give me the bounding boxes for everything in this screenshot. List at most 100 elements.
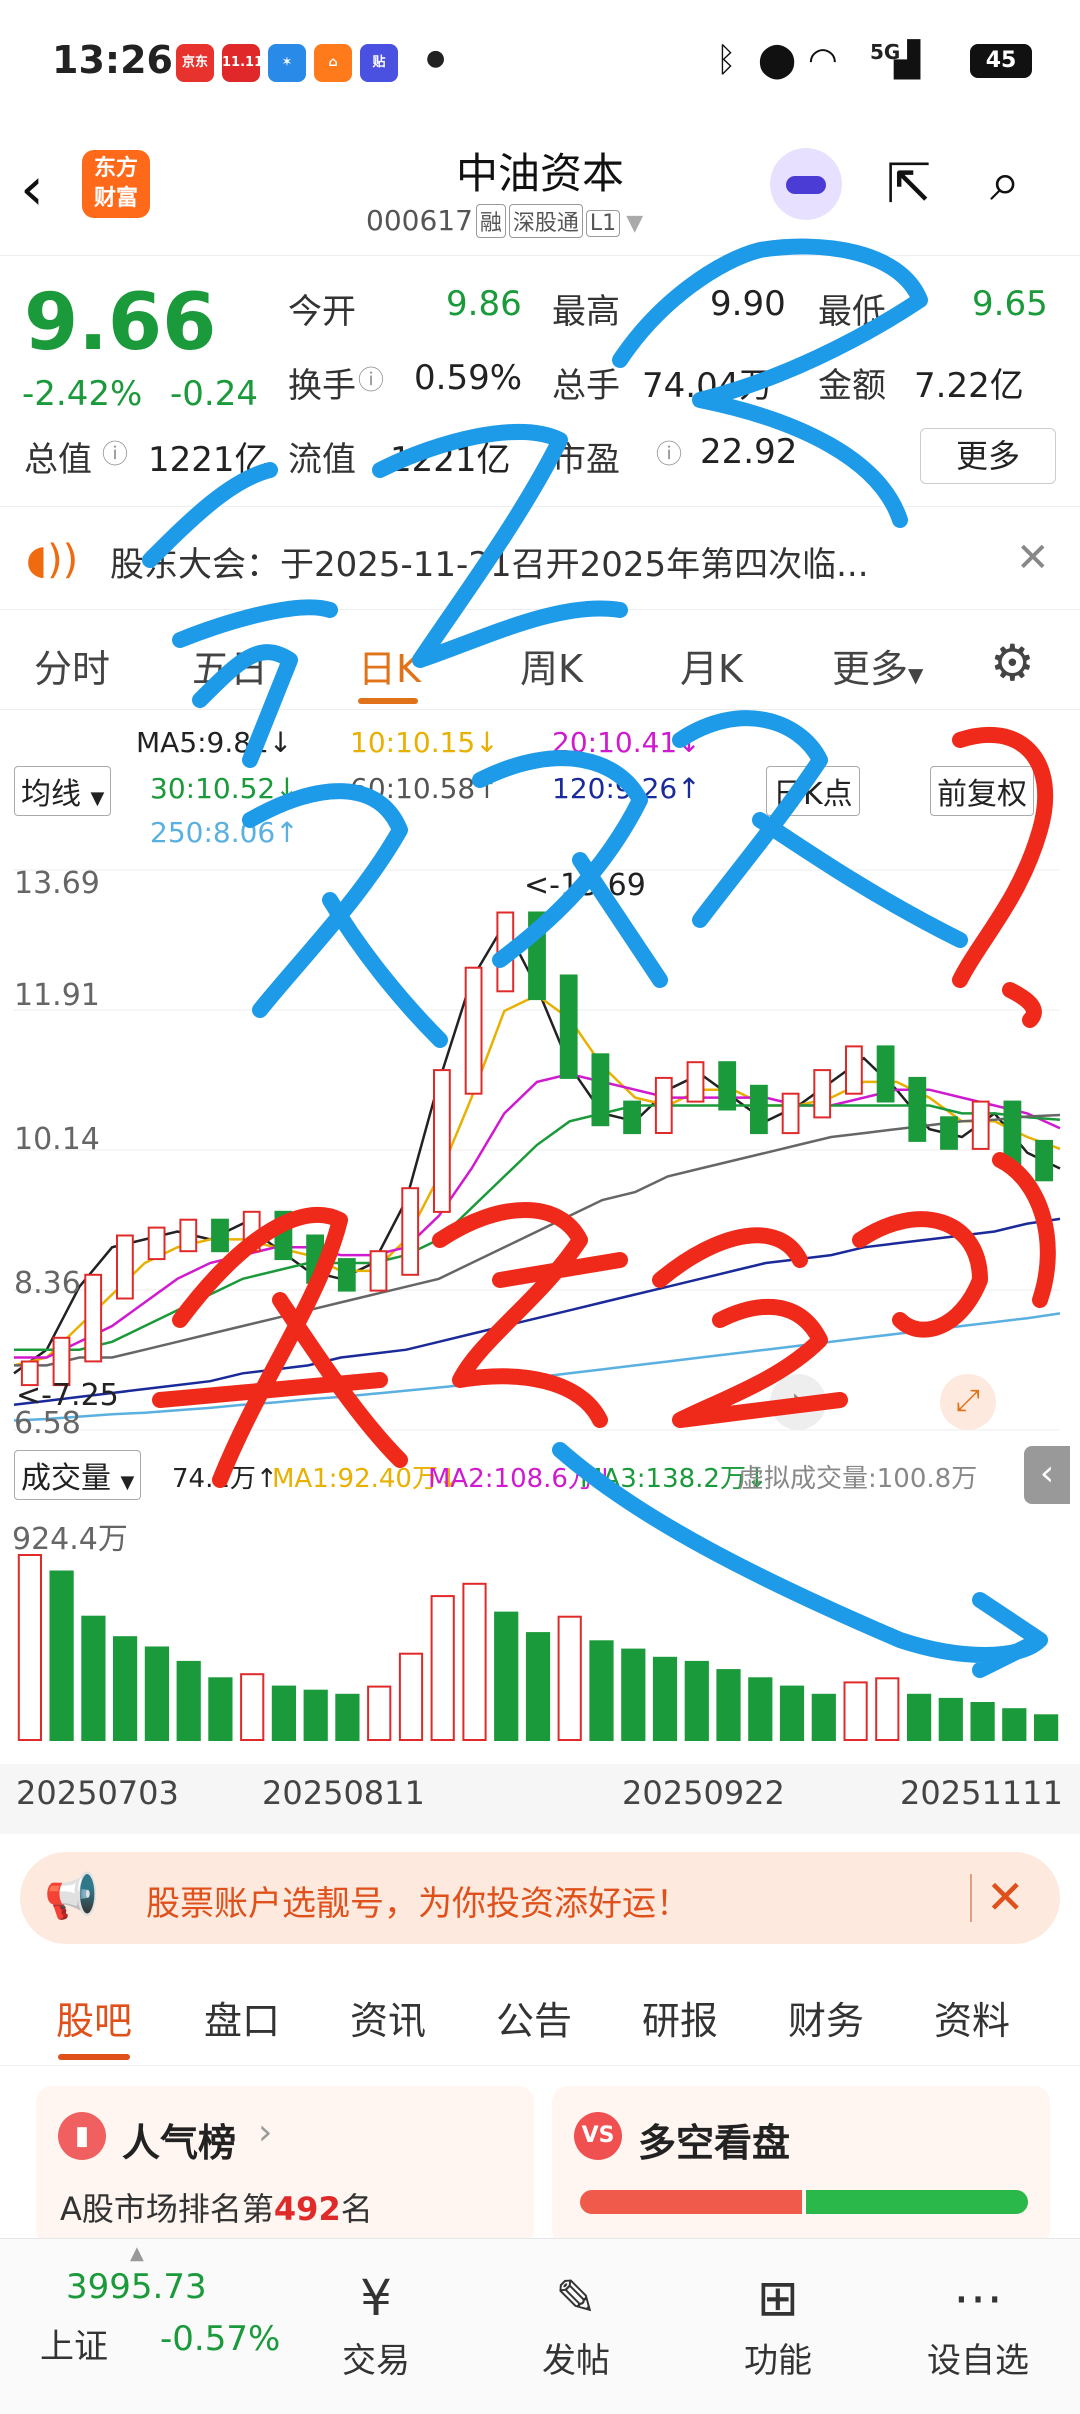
x-tick-label: 20250703: [16, 1774, 179, 1812]
volume-bar: [907, 1693, 932, 1742]
nav-functions[interactable]: ⊞ 功能: [698, 2269, 858, 2382]
index-change: -0.57%: [160, 2319, 281, 2359]
edit-icon: ✎: [555, 2269, 597, 2327]
info-icon[interactable]: ⓘ: [102, 434, 128, 471]
volume-bar: [49, 1570, 74, 1741]
more-button[interactable]: 更多: [920, 428, 1056, 484]
volume-value: 74.04万: [642, 366, 774, 406]
candle: [179, 1218, 198, 1253]
candle: [908, 1076, 927, 1142]
robot-visor: [786, 176, 826, 194]
tab-daily-k[interactable]: 日K: [358, 638, 421, 693]
yen-refresh-icon: ¥: [360, 2269, 392, 2327]
volume-bar: [398, 1652, 424, 1741]
banner-text[interactable]: 股票账户选靓号，为你投资添好运！: [146, 1876, 690, 1925]
tab-announcements[interactable]: 公告: [496, 1990, 572, 2045]
tab-guba[interactable]: 股吧: [56, 1990, 132, 2045]
volume-chart[interactable]: 924.4万: [10, 1510, 1068, 1750]
search-icon[interactable]: ⌕: [990, 150, 1020, 214]
nav-functions-label: 功能: [744, 2341, 812, 2381]
promo-banner[interactable]: 📢 股票账户选靓号，为你投资添好运！ ✕: [20, 1852, 1060, 1944]
divider: [970, 1874, 972, 1922]
turnover-label: 换手: [288, 366, 356, 406]
ma-mode-label: 均线: [21, 777, 81, 812]
tab-more[interactable]: 更多▼: [832, 638, 923, 693]
stock-code-row[interactable]: 000617 融深股通 L1 ▼: [366, 204, 643, 238]
candle: [337, 1258, 356, 1292]
caret-down-icon: ▼: [908, 663, 924, 687]
tab-profile[interactable]: 资料: [934, 1990, 1010, 2045]
gear-icon[interactable]: ⚙: [990, 634, 1035, 692]
nav-add-watchlist[interactable]: ⋯ 设自选: [898, 2269, 1058, 2382]
expand-icon[interactable]: ⤢: [940, 1374, 996, 1430]
close-icon[interactable]: ✕: [986, 1870, 1025, 1924]
tab-research[interactable]: 研报: [642, 1990, 718, 2045]
high-label: 最高: [552, 292, 620, 332]
candle: [591, 1053, 610, 1127]
tab-five-day[interactable]: 五日: [192, 638, 268, 693]
adjust-select[interactable]: 前复权: [930, 766, 1034, 816]
volume-bar: [1002, 1708, 1027, 1741]
notice-bar[interactable]: ◖)) 股东大会：于2025-11-21召开2025年第四次临... ✕: [0, 506, 1080, 610]
chart-period-tabs: 分时 五日 日K 周K 月K 更多▼ ⚙: [0, 610, 1080, 710]
longshort-card[interactable]: VS 多空看盘: [552, 2086, 1050, 2246]
volume-bar: [525, 1632, 551, 1741]
info-icon[interactable]: ⓘ: [358, 360, 384, 397]
candle: [781, 1092, 800, 1135]
tab-monthly-k[interactable]: 月K: [680, 638, 743, 693]
volume-select-label: 成交量: [21, 1461, 111, 1496]
candle: [686, 1061, 705, 1103]
candle: [750, 1084, 768, 1135]
volume-bar: [811, 1693, 836, 1742]
close-icon[interactable]: ✕: [1016, 535, 1050, 581]
volume-bar: [494, 1611, 519, 1741]
nav-post[interactable]: ✎ 发帖: [496, 2269, 656, 2382]
status-bar: 13:26 京东 11.11 ✶ ⌂ 贴 ● ᛒ ⬤ ◠ 5G ▟ 45: [0, 0, 1080, 120]
candle: [242, 1210, 261, 1253]
kline-svg: [13, 869, 1061, 1431]
tab-weekly-k[interactable]: 周K: [520, 638, 583, 693]
ma20-value: 20:10.41↓: [552, 726, 701, 759]
volume-indicator-select[interactable]: 成交量 ▼: [14, 1450, 142, 1500]
share-icon[interactable]: ⇱: [886, 152, 931, 215]
tab-news[interactable]: 资讯: [350, 1990, 426, 2045]
candle: [940, 1116, 958, 1150]
longshort-title: 多空看盘: [638, 2121, 791, 2165]
caret-up-icon: ▲: [130, 2243, 144, 2264]
candle: [274, 1210, 293, 1261]
x-tick-label: 20251111: [900, 1774, 1063, 1812]
pe-value: 22.92: [700, 432, 798, 472]
open-value: 9.86: [446, 284, 522, 324]
collapse-panel-icon[interactable]: ‹: [1024, 1446, 1070, 1504]
taobao-app-icon: ⌂: [314, 44, 352, 82]
float-label: 流值: [288, 440, 356, 480]
volume-bar: [1034, 1714, 1059, 1742]
popularity-card[interactable]: ▮ 人气榜 › A股市场排名第492名: [36, 2086, 534, 2246]
tab-intraday[interactable]: 分时: [34, 638, 110, 693]
min-price-marker: <-7.25: [16, 1378, 119, 1413]
pct-change: -2.42%: [22, 374, 143, 414]
notice-text[interactable]: 股东大会：于2025-11-21召开2025年第四次临...: [110, 537, 1010, 586]
chevron-right-icon[interactable]: ›: [770, 1374, 826, 1430]
series-line-ma10: [13, 993, 1061, 1367]
candle: [464, 966, 483, 1095]
popularity-rank-text: A股市场排名第492名: [60, 2184, 373, 2230]
tab-finance[interactable]: 财务: [788, 1990, 864, 2045]
ma-mode-select[interactable]: 均线 ▼: [14, 766, 112, 816]
volume-max-label: 924.4万: [12, 1522, 128, 1557]
index-ticker[interactable]: ▲ 3995.73 上证 -0.57%: [30, 2239, 280, 2414]
info-icon[interactable]: ⓘ: [656, 434, 682, 471]
candle: [211, 1218, 229, 1253]
vs-icon: VS: [574, 2112, 622, 2160]
nav-trade[interactable]: ¥ 交易: [296, 2269, 456, 2382]
grid-icon: ⊞: [757, 2269, 799, 2327]
volume-current: 74.1万↑: [172, 1464, 278, 1494]
tab-pankou[interactable]: 盘口: [204, 1990, 280, 2045]
x-axis: 20250703 20250811 20250922 20251111: [0, 1764, 1080, 1834]
kline-chart[interactable]: 13.69 11.91 10.14 8.36 6.58 <-13.69 <-7.…: [10, 860, 1068, 1441]
kline-type-select[interactable]: 日K点: [766, 766, 860, 816]
ai-assistant-avatar[interactable]: [770, 148, 842, 220]
candle: [623, 1100, 642, 1135]
wifi-icon: ◠: [808, 40, 838, 80]
volume-bar: [81, 1615, 106, 1741]
